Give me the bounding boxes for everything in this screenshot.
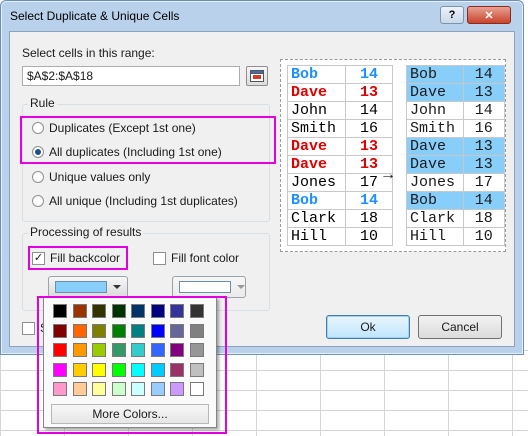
preview-row: Bob 14: [406, 65, 505, 84]
preview-name-cell: Dave: [287, 155, 346, 174]
preview-row: Jones 17: [406, 173, 505, 192]
preview-row: Hill 10: [287, 227, 393, 246]
range-select-icon: [250, 70, 264, 82]
checkbox-unchecked[interactable]: [22, 321, 35, 335]
preview-row: Bob 14: [406, 191, 505, 210]
chevron-down-icon: [237, 285, 245, 289]
preview-name-cell: Smith: [287, 119, 346, 138]
preview-row: Clark 18: [406, 209, 505, 228]
preview-row: Dave 13: [287, 155, 393, 174]
preview-name-cell: Dave: [287, 83, 346, 102]
preview-row: Smith 16: [406, 119, 505, 138]
preview-name-cell: Smith: [406, 119, 464, 138]
preview-name-cell: Dave: [406, 155, 464, 174]
preview-name-cell: Jones: [287, 173, 346, 192]
backcolor-swatch: [55, 281, 107, 293]
range-select-button[interactable]: [246, 66, 268, 86]
preview-value-cell: 10: [462, 227, 505, 246]
close-button[interactable]: ✕: [467, 6, 511, 24]
preview-name-cell: Clark: [287, 209, 346, 228]
preview-name-cell: Clark: [406, 209, 464, 228]
preview-value-cell: 16: [462, 119, 505, 138]
preview-value-cell: 14: [462, 65, 505, 84]
preview-value-cell: 13: [345, 83, 393, 102]
preview-value-cell: 14: [345, 191, 393, 210]
annotation-highlight-rule: [20, 116, 276, 164]
preview-value-cell: 18: [462, 209, 505, 228]
preview-name-cell: Dave: [287, 137, 346, 156]
backcolor-dropdown[interactable]: [48, 276, 128, 298]
radio-button[interactable]: [32, 195, 44, 207]
preview-name-cell: Jones: [406, 173, 464, 192]
preview-value-cell: 16: [345, 119, 393, 138]
preview-name-cell: Bob: [406, 65, 464, 84]
annotation-highlight-fill: [28, 246, 128, 270]
annotation-highlight-palette: [37, 296, 227, 434]
preview-row: Dave 13: [406, 155, 505, 174]
preview-name-cell: Bob: [287, 191, 346, 210]
font-color-dropdown[interactable]: [172, 276, 246, 298]
processing-group-title: Processing of results: [28, 225, 144, 239]
preview-row: Smith 16: [287, 119, 393, 138]
preview-row: John 14: [287, 101, 393, 120]
preview-value-cell: 14: [462, 191, 505, 210]
fill-font-color-checkbox[interactable]: Fill font color: [153, 251, 239, 265]
preview-value-cell: 17: [462, 173, 505, 192]
radio-all-unique[interactable]: All unique (Including 1st duplicates): [32, 194, 238, 208]
preview-row: Bob 14: [287, 191, 393, 210]
help-button[interactable]: ?: [440, 6, 464, 24]
fill-font-color-label: Fill font color: [171, 251, 240, 265]
preview-row: Bob 14: [287, 65, 393, 84]
preview-value-cell: 14: [345, 65, 393, 84]
preview-value-cell: 13: [345, 137, 393, 156]
cancel-button[interactable]: Cancel: [418, 315, 502, 339]
preview-name-cell: John: [406, 101, 464, 120]
range-input[interactable]: $A$2:$A$18: [22, 66, 240, 86]
preview-row: Jones 17: [287, 173, 393, 192]
preview-name-cell: Dave: [406, 137, 464, 156]
radio-label: All unique (Including 1st duplicates): [49, 194, 238, 208]
preview-name-cell: Hill: [406, 227, 464, 246]
rule-group-title: Rule: [28, 96, 57, 110]
preview-name-cell: Dave: [406, 83, 464, 102]
preview-value-cell: 10: [345, 227, 393, 246]
preview-value-cell: 13: [462, 83, 505, 102]
title-bar: Select Duplicate & Unique Cells ? ✕: [1, 1, 523, 31]
preview-row: Dave 13: [406, 83, 505, 102]
preview-name-cell: Hill: [287, 227, 346, 246]
preview-value-cell: 18: [345, 209, 393, 228]
preview-name-cell: Bob: [287, 65, 346, 84]
radio-button[interactable]: [32, 171, 44, 183]
dialog-title: Select Duplicate & Unique Cells: [10, 9, 180, 23]
preview-name-cell: John: [287, 101, 346, 120]
preview-row: John 14: [406, 101, 505, 120]
preview-before-table: Bob 14 Dave 13 John 14 Smith 16 Dave 13 Dave 13 Jone…: [287, 65, 393, 246]
radio-unique-only[interactable]: Unique values only: [32, 170, 150, 184]
preview-name-cell: Bob: [406, 191, 464, 210]
font-color-swatch: [179, 281, 231, 293]
preview-panel: Bob 14 Dave 13 John 14 Smith 16 Dave 13 Dave 13 Jone…: [280, 59, 506, 252]
preview-value-cell: 14: [345, 101, 393, 120]
preview-value-cell: 13: [462, 155, 505, 174]
preview-row: Dave 13: [287, 83, 393, 102]
checkbox-unchecked[interactable]: [153, 251, 166, 265]
preview-value-cell: 13: [462, 137, 505, 156]
ok-button[interactable]: Ok: [326, 315, 410, 339]
preview-row: Dave 13: [287, 137, 393, 156]
preview-after-table: Bob 14 Dave 13 John 14 Smith 16 Dave 13 Dave 13 Jone…: [406, 65, 505, 246]
arrow-right-icon: →: [380, 166, 396, 183]
radio-label: Unique values only: [49, 170, 151, 184]
preview-value-cell: 14: [462, 101, 505, 120]
preview-row: Dave 13: [406, 137, 505, 156]
preview-row: Hill 10: [406, 227, 505, 246]
preview-row: Clark 18: [287, 209, 393, 228]
chevron-down-icon: [113, 285, 121, 289]
range-label: Select cells in this range:: [22, 46, 155, 60]
